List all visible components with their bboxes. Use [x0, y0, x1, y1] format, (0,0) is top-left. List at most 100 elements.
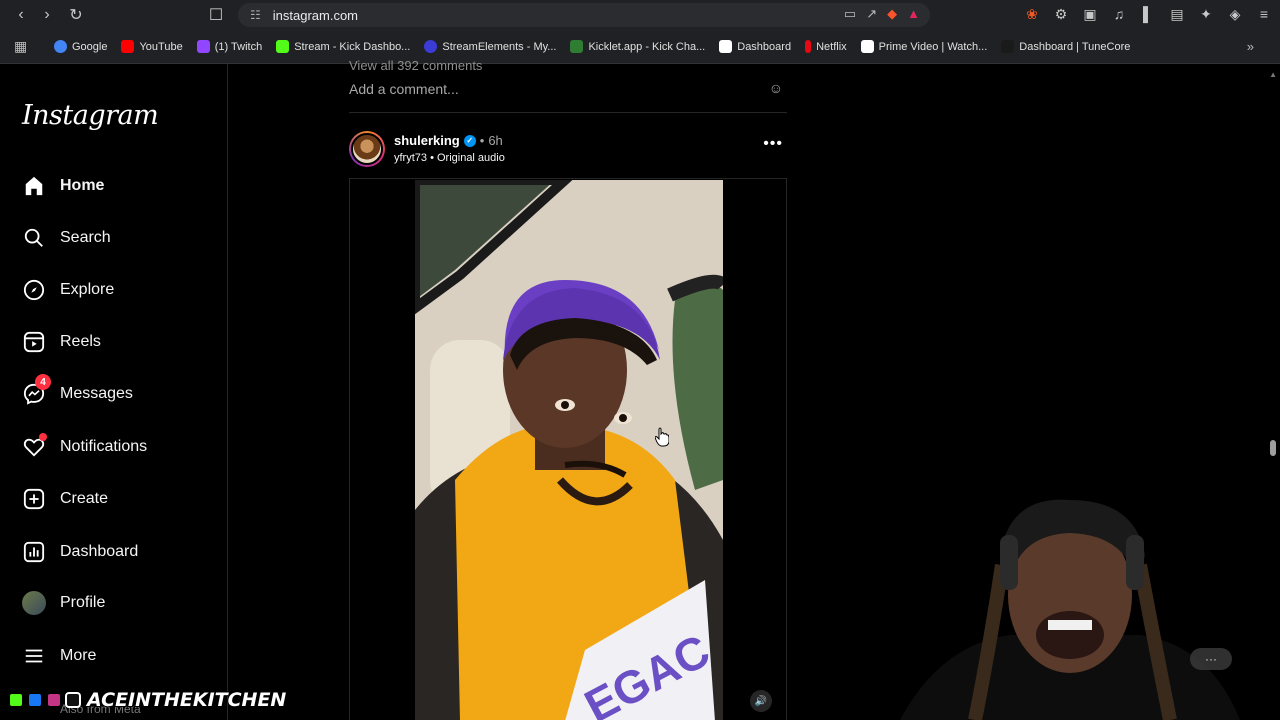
bookmark-icon[interactable]: ☐	[203, 2, 229, 28]
extension-orange-icon[interactable]: ❀	[1022, 3, 1042, 25]
heart-icon	[22, 433, 47, 459]
post-media-frame: EGAC 🔊	[349, 178, 787, 720]
nav-profile[interactable]: Profile	[22, 589, 105, 617]
music-icon[interactable]: ♫	[1109, 3, 1129, 25]
plus-square-icon	[22, 487, 46, 511]
nav-create[interactable]: Create	[22, 485, 108, 513]
browser-toolbar: ‹ › ↻ ☐ ☷ instagram.com ▭ ↗ ◆ ▲ ❀ ⚙ ▣ ♫ …	[0, 0, 1280, 30]
verified-badge-icon: ✓	[463, 134, 476, 147]
scroll-thumb[interactable]	[1270, 440, 1276, 456]
tiktok-icon	[65, 692, 81, 708]
nav-create-label: Create	[60, 490, 109, 507]
nav-reels-label: Reels	[60, 333, 101, 350]
nav-explore[interactable]: Explore	[22, 276, 114, 304]
bookmark-google[interactable]: Google	[54, 40, 107, 53]
more-bookmarks-icon[interactable]: »	[1247, 39, 1254, 54]
apps-grid-icon[interactable]: ▦	[14, 38, 36, 55]
post-video[interactable]: EGAC	[415, 180, 723, 720]
nav-search-label: Search	[60, 229, 111, 246]
scroll-up-arrow-icon[interactable]: ▲	[1269, 70, 1277, 79]
nav-dashboard[interactable]: Dashboard	[22, 538, 138, 566]
kick-icon	[8, 692, 24, 708]
compass-icon	[22, 278, 46, 302]
messages-badge: 4	[35, 374, 51, 390]
site-info-icon[interactable]: ☷	[250, 8, 261, 22]
nav-home-label: Home	[60, 177, 105, 194]
bookmark-kicklet[interactable]: Kicklet.app - Kick Cha...	[570, 40, 705, 53]
post-audio[interactable]: yfryt73 • Original audio	[394, 152, 505, 164]
add-comment-input[interactable]: Add a comment...	[349, 81, 459, 97]
bookmark-dashboard[interactable]: Dashboard	[719, 40, 791, 53]
webcam-options-chip[interactable]: ···	[1190, 648, 1232, 670]
post-divider	[349, 112, 787, 113]
avatar	[22, 591, 46, 615]
tunecore-icon	[1001, 40, 1015, 53]
post-username[interactable]: shulerking	[394, 133, 460, 148]
kick-icon	[276, 40, 290, 53]
facebook-icon	[27, 692, 43, 708]
url-text: instagram.com	[272, 7, 359, 23]
screenshot-icon[interactable]: ▣	[1080, 3, 1100, 25]
netflix-icon	[805, 40, 812, 53]
messenger-icon: 4	[22, 374, 51, 406]
nav-search[interactable]: Search	[22, 224, 111, 252]
brave-rewards-icon[interactable]: ▲	[907, 6, 920, 22]
kicklet-icon	[570, 40, 584, 53]
mouse-cursor-icon	[654, 427, 670, 452]
feed: View all 392 comments Add a comment... ☺…	[349, 58, 787, 720]
vpn-icon[interactable]: ◈	[1225, 3, 1245, 25]
notification-dot	[39, 433, 47, 441]
search-icon	[22, 226, 46, 250]
twitch-icon	[196, 40, 210, 53]
leo-ai-icon[interactable]: ✦	[1196, 3, 1216, 25]
dashboard-icon	[719, 40, 733, 53]
bookmark-twitch[interactable]: (1) Twitch	[196, 40, 262, 53]
forward-icon[interactable]: ›	[34, 2, 60, 28]
nav-explore-label: Explore	[60, 281, 115, 298]
emoji-icon[interactable]: ☺	[769, 80, 783, 96]
nav-notifications-label: Notifications	[60, 438, 148, 455]
youtube-icon	[121, 40, 135, 53]
channel-watermark: ACEINTHEKITCHEN	[8, 686, 287, 714]
nav-profile-label: Profile	[60, 594, 106, 611]
page-scrollbar[interactable]	[1266, 64, 1280, 720]
nav-messages[interactable]: 4 Messages	[22, 374, 133, 408]
post-time-separator: •	[479, 133, 485, 148]
bookmark-streamelements[interactable]: StreamElements - My...	[424, 40, 556, 53]
nav-notifications[interactable]: Notifications	[22, 433, 147, 461]
instagram-logo[interactable]: Instagram	[22, 100, 159, 131]
mute-icon[interactable]: 🔊	[750, 690, 772, 712]
google-icon	[54, 40, 67, 53]
extensions-icon[interactable]: ⚙	[1051, 3, 1071, 25]
amazon-icon	[860, 40, 874, 53]
nav-home[interactable]: Home	[22, 172, 104, 200]
bookmark-youtube[interactable]: YouTube	[121, 40, 183, 53]
browser-menu-icon[interactable]: ≡	[1254, 3, 1274, 25]
post-author-avatar[interactable]	[349, 131, 385, 167]
post-time[interactable]: 6h	[488, 133, 502, 148]
share-icon[interactable]: ↗	[866, 6, 877, 22]
brave-shields-icon[interactable]: ◆	[887, 6, 897, 22]
sidebar-toggle-icon[interactable]: ▌	[1138, 3, 1158, 25]
bookmark-netflix[interactable]: Netflix	[805, 40, 847, 53]
back-icon[interactable]: ‹	[8, 2, 34, 28]
wallet-icon[interactable]: ▤	[1167, 3, 1187, 25]
address-bar[interactable]: ☷ instagram.com ▭ ↗ ◆ ▲	[238, 3, 930, 27]
nav-dashboard-label: Dashboard	[60, 543, 139, 560]
chart-icon	[22, 540, 46, 564]
streamer-webcam	[880, 495, 1260, 720]
bookmark-prime-video[interactable]: Prime Video | Watch...	[860, 40, 987, 53]
bookmark-kick-dashboard[interactable]: Stream - Kick Dashbo...	[276, 40, 410, 53]
nav-more-label: More	[60, 647, 97, 664]
post-header: shulerking ✓ • 6h yfryt73 • Original aud…	[349, 131, 787, 171]
channel-name: ACEINTHEKITCHEN	[86, 688, 287, 712]
nav-reels[interactable]: Reels	[22, 328, 101, 356]
instagram-sidebar: Instagram Home Search Explore Reels 4 Me…	[0, 64, 228, 720]
screen-cast-icon[interactable]: ▭	[844, 6, 856, 22]
post-options-icon[interactable]: •••	[763, 135, 783, 153]
view-comments-link[interactable]: View all 392 comments	[349, 58, 482, 73]
bookmark-tunecore[interactable]: Dashboard | TuneCore	[1001, 40, 1130, 53]
reels-icon	[22, 330, 46, 354]
reload-icon[interactable]: ↻	[63, 2, 89, 28]
nav-more[interactable]: More	[22, 642, 96, 670]
